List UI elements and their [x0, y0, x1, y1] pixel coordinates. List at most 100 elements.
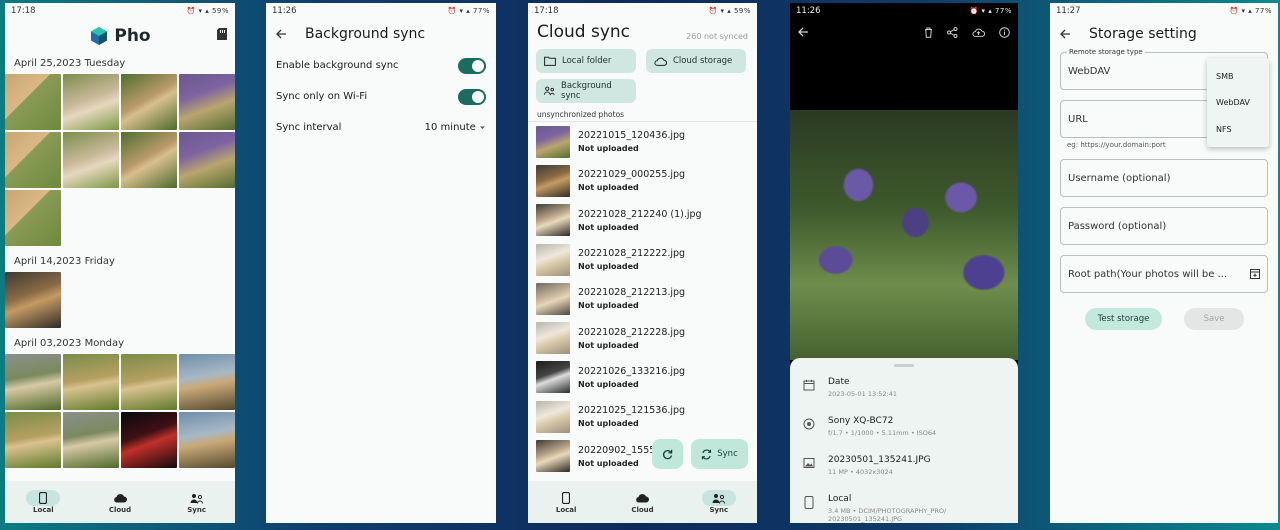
status-bar: 11:27 ⏰ ▾ ▴ 77%	[1050, 3, 1278, 18]
dropdown-arrow-icon	[480, 126, 485, 129]
gallery-screen: 17:18 ⏰ ▾ ▴ 59% Pho April 25,2023 Tuesda…	[5, 3, 235, 523]
sync-interval-select[interactable]: 10 minute	[425, 122, 486, 133]
password-field[interactable]: Password (optional)	[1060, 207, 1268, 245]
remote-storage-type-value: WebDAV	[1068, 65, 1111, 77]
sync-people-icon	[190, 493, 203, 504]
status-icons: ⏰ ▾ ▴ 77%	[1229, 6, 1272, 15]
photo-thumbnail[interactable]	[5, 354, 61, 410]
list-item[interactable]: 20221029_000255.jpg Not uploaded	[528, 161, 757, 200]
enable-background-sync-row[interactable]: Enable background sync	[266, 50, 496, 81]
detail-location-path: 20230501_135241.JPG	[828, 515, 903, 523]
sync-button[interactable]: Sync	[691, 439, 748, 469]
background-sync-chip[interactable]: Background sync	[536, 79, 636, 103]
photo-thumbnail[interactable]	[179, 74, 235, 130]
list-item[interactable]: 20221026_133216.jpg Not uploaded	[528, 358, 757, 397]
upload-status: Not uploaded	[578, 458, 639, 468]
unsynced-file-list: 20221015_120436.jpg Not uploaded 20221029…	[528, 122, 757, 476]
delete-icon[interactable]	[924, 27, 933, 38]
date-group-header: April 03,2023 Monday	[14, 338, 125, 349]
status-time: 11:26	[272, 5, 297, 16]
local-folder-chip[interactable]: Local folder	[536, 49, 636, 73]
status-bar: 17:18 ⏰ ▾ ▴ 59%	[528, 3, 757, 18]
root-path-field[interactable]: Root path(Your photos will be ...	[1060, 255, 1268, 293]
cloud-upload-icon[interactable]	[972, 27, 985, 37]
nav-cloud-label: Cloud	[108, 506, 132, 514]
nav-sync-label: Sync	[187, 506, 207, 514]
photo-thumbnail[interactable]	[5, 74, 61, 130]
upload-status: Not uploaded	[578, 183, 639, 193]
list-item[interactable]: 20221028_212240 (1).jpg Not uploaded	[528, 201, 757, 240]
wifi-only-toggle[interactable]	[458, 88, 486, 105]
dropdown-option-nfs[interactable]: NFS	[1207, 116, 1269, 143]
back-arrow-icon[interactable]	[1060, 29, 1071, 39]
save-button[interactable]: Save	[1184, 308, 1244, 330]
nav-sync[interactable]: Sync	[701, 490, 736, 514]
list-item[interactable]: 20221025_121536.jpg Not uploaded	[528, 397, 757, 436]
nav-local[interactable]: Local	[549, 490, 583, 514]
save-label: Save	[1203, 314, 1225, 324]
photo-thumbnail[interactable]	[121, 412, 177, 468]
local-folder-label: Local folder	[562, 56, 612, 66]
photo-thumbnail[interactable]	[63, 412, 119, 468]
list-item[interactable]: 20221028_212213.jpg Not uploaded	[528, 279, 757, 318]
photo-thumbnail[interactable]	[5, 272, 61, 328]
enable-background-sync-toggle[interactable]	[458, 57, 486, 74]
info-icon[interactable]	[999, 26, 1010, 38]
photo-details-sheet: Date 2023-05-01 13:52:41 Sony XQ-BC72 f/1.…	[790, 358, 1018, 523]
nav-indicator	[549, 490, 583, 506]
test-storage-button[interactable]: Test storage	[1085, 308, 1162, 330]
nav-sync[interactable]: Sync	[180, 490, 214, 514]
page-title: Cloud sync	[537, 22, 631, 42]
list-item[interactable]: 20221015_120436.jpg Not uploaded	[528, 122, 757, 161]
sd-card-icon[interactable]	[217, 28, 227, 40]
photo-thumbnail[interactable]	[63, 74, 119, 130]
cloud-storage-chip[interactable]: Cloud storage	[646, 49, 746, 73]
section-label: unsynchronized photos	[528, 106, 757, 122]
back-arrow-icon[interactable]	[276, 29, 287, 39]
photo-thumbnail[interactable]	[179, 354, 235, 410]
photo-thumbnail[interactable]	[5, 132, 61, 188]
photo-thumbnail[interactable]	[179, 132, 235, 188]
nav-cloud[interactable]: Cloud	[103, 490, 137, 514]
app-header: Pho	[5, 18, 235, 54]
file-name: 20221028_212240 (1).jpg	[578, 208, 702, 220]
detail-file-specs: 11 MP • 4032x3024	[828, 468, 893, 476]
upload-status: Not uploaded	[578, 340, 639, 350]
list-item[interactable]: 20221028_212222.jpg Not uploaded	[528, 240, 757, 279]
detail-camera-specs: f/1.7 • 1/1000 • 5.11mm • ISO64	[828, 429, 937, 437]
photo-thumbnail[interactable]	[121, 74, 177, 130]
detail-file-row: 20230501_135241.JPG 11 MP • 4032x3024	[790, 449, 1018, 488]
refresh-icon	[663, 449, 673, 459]
upload-status: Not uploaded	[578, 301, 639, 311]
photo-thumbnail[interactable]	[63, 132, 119, 188]
photo-thumbnail[interactable]	[63, 354, 119, 410]
sync-people-icon	[544, 86, 555, 96]
folder-picker-icon[interactable]	[1250, 269, 1260, 279]
list-item[interactable]: 20221028_212228.jpg Not uploaded	[528, 318, 757, 357]
dropdown-option-webdav[interactable]: WebDAV	[1207, 90, 1269, 117]
photo-thumbnail[interactable]	[5, 412, 61, 468]
nav-cloud[interactable]: Cloud	[625, 490, 659, 514]
upload-status: Not uploaded	[578, 222, 639, 232]
file-thumbnail	[536, 125, 570, 158]
phone-icon	[39, 492, 48, 504]
dropdown-option-smb[interactable]: SMB	[1207, 63, 1269, 90]
back-arrow-icon[interactable]	[798, 27, 809, 37]
nav-local-label: Local	[555, 506, 577, 514]
enable-background-sync-label: Enable background sync	[276, 60, 399, 71]
share-icon[interactable]	[947, 26, 958, 38]
full-photo[interactable]	[790, 110, 1018, 360]
sheet-drag-handle[interactable]	[894, 364, 914, 367]
file-name: 20221026_133216.jpg	[578, 365, 686, 377]
app-bar: Background sync	[266, 18, 496, 50]
wifi-only-row[interactable]: Sync only on Wi-Fi	[266, 81, 496, 112]
nav-local[interactable]: Local	[26, 490, 61, 514]
camera-aperture-icon	[803, 418, 815, 430]
refresh-button[interactable]	[652, 439, 683, 469]
username-field[interactable]: Username (optional)	[1060, 159, 1268, 197]
photo-thumbnail[interactable]	[121, 132, 177, 188]
photo-thumbnail[interactable]	[121, 354, 177, 410]
remote-storage-type-label: Remote storage type	[1067, 48, 1145, 56]
photo-thumbnail[interactable]	[5, 190, 61, 246]
photo-thumbnail[interactable]	[179, 412, 235, 468]
